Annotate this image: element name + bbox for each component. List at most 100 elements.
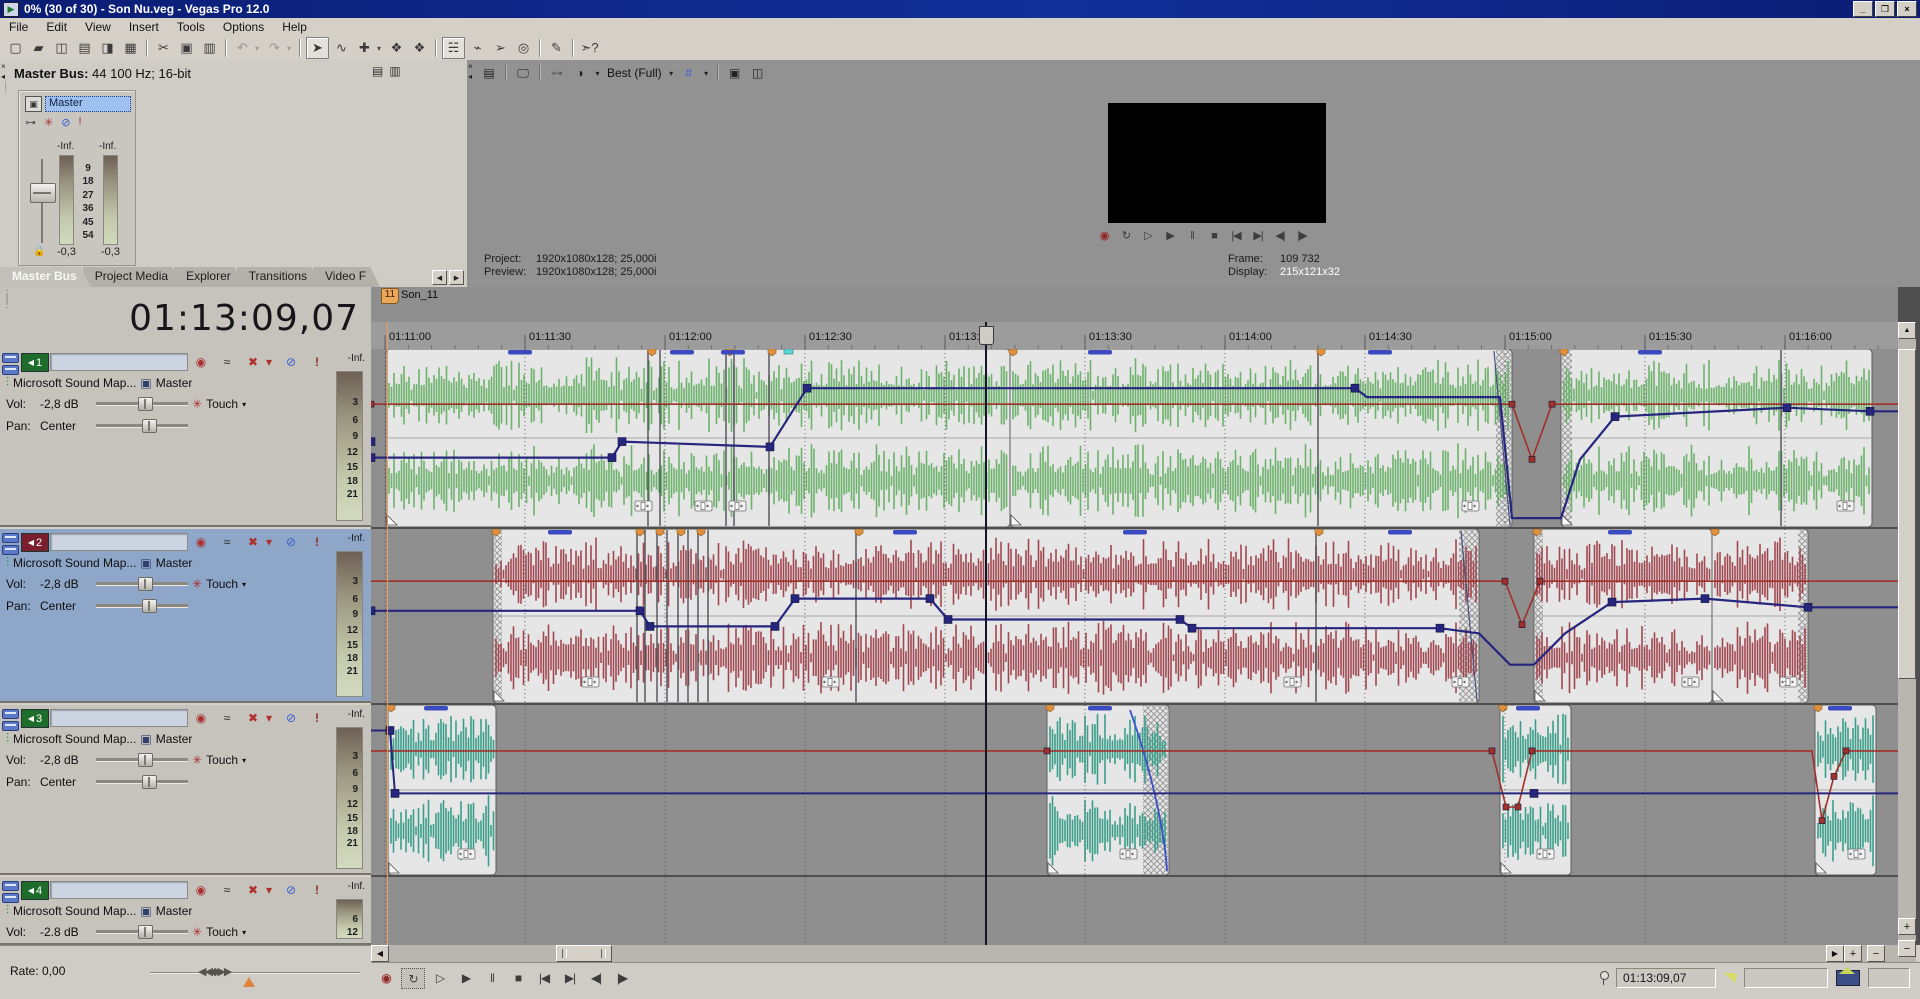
play-button[interactable]: ▶ xyxy=(455,968,477,987)
pan-slider[interactable] xyxy=(96,424,188,428)
save-project-icon[interactable]: ◫ xyxy=(51,38,72,58)
scroll-right-icon[interactable]: ▶ xyxy=(1826,945,1844,962)
quality-dropdown-icon[interactable]: ▾ xyxy=(667,64,676,82)
bus-icon[interactable]: ▣ xyxy=(140,556,151,570)
copy-icon[interactable]: ▣ xyxy=(176,38,197,58)
automation-mode-value[interactable]: Touch xyxy=(206,577,238,591)
tab-scroll-right-icon[interactable]: ▶ xyxy=(449,270,464,285)
arm-record-icon[interactable]: ◉ xyxy=(192,533,210,550)
mute-dropdown-icon[interactable]: ▾ xyxy=(260,353,278,370)
undo-dropdown-icon[interactable]: ▾ xyxy=(252,38,262,58)
track-automation-icon[interactable]: ≈ xyxy=(218,709,236,726)
pan-value[interactable]: Center xyxy=(40,419,92,433)
overlay-grid-icon[interactable]: # xyxy=(679,64,699,82)
solo-icon[interactable]: ⊘ xyxy=(282,709,300,726)
volume-slider-thumb[interactable] xyxy=(138,925,153,939)
cut-icon[interactable]: ✂ xyxy=(153,38,174,58)
preview-properties-icon[interactable]: ▤ xyxy=(479,64,499,82)
tab-project-media[interactable]: Project Media xyxy=(83,267,182,287)
automation-mode-value[interactable]: Touch xyxy=(206,753,238,767)
menu-edit[interactable]: Edit xyxy=(37,19,76,35)
whats-this-help-icon[interactable]: ➣? xyxy=(579,38,600,58)
preview-quality-value[interactable]: Best (Full) xyxy=(605,66,664,80)
tab-video-f[interactable]: Video F xyxy=(313,267,380,287)
menu-options[interactable]: Options xyxy=(214,19,273,35)
phase-invert-icon[interactable]: ! xyxy=(308,353,326,370)
envelope-tool-icon[interactable]: ⌁ xyxy=(467,38,488,58)
zoom-out-time-icon[interactable]: − xyxy=(1867,945,1885,962)
pushpin-icon[interactable] xyxy=(1599,971,1608,985)
scroll-left-icon[interactable]: ◀ xyxy=(371,945,389,962)
play-from-start-button[interactable]: ▷ xyxy=(1140,228,1156,243)
copy-snapshot-icon[interactable]: ▣ xyxy=(725,64,745,82)
device-name[interactable]: Microsoft Sound Map... xyxy=(13,376,136,390)
timeline-grip[interactable]: ⋮⋮⋮ xyxy=(2,292,8,307)
arm-record-icon[interactable]: ◉ xyxy=(192,709,210,726)
solo-icon[interactable]: ⊘ xyxy=(282,533,300,550)
volume-slider-thumb[interactable] xyxy=(138,753,153,767)
zoom-out-track-icon[interactable]: − xyxy=(1898,940,1916,957)
close-panel-icon[interactable]: × xyxy=(1,62,11,71)
loop-playback-button[interactable]: ↻ xyxy=(401,968,425,989)
edit-tool-icon[interactable]: ☵ xyxy=(442,37,465,59)
zoom-tool-icon[interactable]: ◎ xyxy=(513,38,534,58)
video-fx-icon[interactable]: ⊶ xyxy=(547,64,567,82)
paint-tool-icon[interactable]: ✎ xyxy=(546,38,567,58)
bus-icon[interactable]: ▣ xyxy=(140,904,151,918)
external-monitor-icon[interactable]: 🖵 xyxy=(513,64,533,82)
pan-slider-thumb[interactable] xyxy=(142,775,157,789)
bus-icon[interactable]: ▣ xyxy=(140,376,151,390)
zoom-in-time-icon[interactable]: + xyxy=(1844,945,1862,962)
automation-gear-icon[interactable]: ✳ xyxy=(192,397,202,411)
track-number-badge[interactable]: ◀3 xyxy=(21,709,49,728)
track-number-badge[interactable]: ◀1 xyxy=(21,353,49,372)
marker-bar[interactable]: 11Son_11 xyxy=(371,287,1898,322)
import-media-icon[interactable]: ◨ xyxy=(97,38,118,58)
track-4-header[interactable]: ◀4◉≈✖▾⊘!-Inf.⫶Microsoft Sound Map...▣Mas… xyxy=(0,877,371,945)
device-name[interactable]: Microsoft Sound Map... xyxy=(13,904,136,918)
track-number-badge[interactable]: ◀4 xyxy=(21,881,49,900)
track-1-header[interactable]: ◀1◉≈✖▾⊘!-Inf.⫶Microsoft Sound Map...▣Mas… xyxy=(0,349,371,527)
track-3-header[interactable]: ◀3◉≈✖▾⊘!-Inf.⫶Microsoft Sound Map...▣Mas… xyxy=(0,705,371,875)
playhead-handle[interactable] xyxy=(979,326,994,345)
automation-mode-value[interactable]: Touch xyxy=(206,925,238,939)
previous-frame-button[interactable]: ◀| xyxy=(1272,228,1288,243)
pause-button[interactable]: ‖ xyxy=(481,968,503,987)
pan-slider-thumb[interactable] xyxy=(142,419,157,433)
master-fader[interactable] xyxy=(30,183,56,203)
scroll-up-icon[interactable]: ▲ xyxy=(1898,322,1916,339)
horizontal-scroll-thumb[interactable] xyxy=(556,945,612,962)
tool-dropdown-icon[interactable]: ▾ xyxy=(374,38,384,58)
track-1-timeline[interactable] xyxy=(371,349,1898,527)
automation-mode-value[interactable]: Touch xyxy=(206,397,238,411)
track-automation-icon[interactable]: ≈ xyxy=(218,533,236,550)
menu-file[interactable]: File xyxy=(0,19,37,35)
pause-button[interactable]: ‖ xyxy=(1184,228,1200,243)
restore-track-icon[interactable] xyxy=(2,721,19,731)
group-events-icon[interactable]: ❖ xyxy=(386,38,407,58)
close-panel-icon[interactable]: × xyxy=(468,62,478,71)
automation-gear-icon[interactable]: ✳ xyxy=(192,753,202,767)
volume-slider-thumb[interactable] xyxy=(138,397,153,411)
menu-tools[interactable]: Tools xyxy=(168,19,214,35)
solo-icon[interactable]: ⊘ xyxy=(282,353,300,370)
track-3-timeline[interactable] xyxy=(371,705,1898,875)
automation-gear-icon[interactable]: ✳ xyxy=(192,577,202,591)
solo-icon[interactable]: ⊘ xyxy=(282,881,300,898)
selection-tool-icon[interactable]: ➢ xyxy=(490,38,511,58)
volume-slider[interactable] xyxy=(96,582,188,586)
record-button[interactable]: ◉ xyxy=(375,968,397,987)
close-button[interactable]: × xyxy=(1897,1,1917,17)
split-screen-dropdown-icon[interactable]: ▾ xyxy=(593,64,602,82)
minimize-track-icon[interactable] xyxy=(2,709,19,719)
menu-insert[interactable]: Insert xyxy=(120,19,168,35)
minimize-button[interactable]: _ xyxy=(1853,1,1873,17)
track-automation-icon[interactable]: ≈ xyxy=(218,881,236,898)
marker-11-label[interactable]: Son_11 xyxy=(401,289,438,301)
horizontal-scrollbar[interactable]: ◀ ▶+− xyxy=(371,945,1898,962)
play-from-start-button[interactable]: ▷ xyxy=(429,968,451,987)
scrub-rail[interactable] xyxy=(150,972,360,974)
previous-frame-button[interactable]: ◀| xyxy=(585,968,607,987)
dim-output-icon[interactable]: ! xyxy=(78,116,81,129)
next-frame-button[interactable]: |▶ xyxy=(611,968,633,987)
